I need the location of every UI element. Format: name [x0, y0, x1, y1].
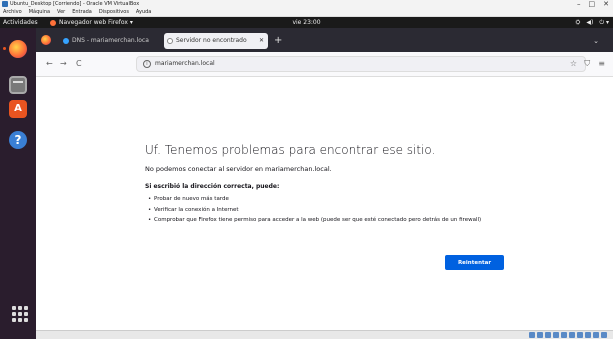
suggestion-list: Probar de nuevo más tarde Verificar la c… — [148, 196, 524, 228]
virtualbox-icon — [2, 1, 8, 7]
status-icon — [537, 332, 543, 338]
dock-firefox-icon[interactable] — [9, 40, 27, 58]
dock: A ? — [0, 28, 36, 339]
url-bar[interactable]: i mariamerchan.local ☆ — [136, 56, 586, 72]
status-icon — [561, 332, 567, 338]
tab-servidor-no-encontrado[interactable]: Servidor no encontrado ✕ — [164, 33, 268, 49]
tab-close-icon[interactable]: ✕ — [259, 33, 264, 49]
tab-label: Servidor no encontrado — [176, 37, 247, 44]
firefox-view-icon[interactable] — [41, 35, 51, 45]
retry-button[interactable]: Reintentar — [445, 255, 504, 270]
status-icon — [529, 332, 535, 338]
vbox-status-bar — [36, 330, 613, 339]
clock[interactable]: vie 23:00 — [0, 17, 613, 28]
volume-icon: ◀) — [586, 19, 594, 26]
menu-dispositivos[interactable]: Dispositivos — [99, 8, 129, 16]
tab-favicon — [167, 38, 173, 44]
vbox-window-title: Ubuntu_Desktop [Corriendo] - Oracle VM V… — [10, 1, 140, 7]
status-icon — [577, 332, 583, 338]
page-title: Uf. Tenemos problemas para encontrar ese… — [145, 143, 436, 157]
status-icons — [529, 332, 607, 338]
show-applications-icon[interactable] — [9, 304, 28, 322]
status-icon — [545, 332, 551, 338]
active-indicator — [3, 47, 6, 50]
menu-maquina[interactable]: Máquina — [29, 8, 50, 16]
tab-dns[interactable]: DNS - mariamerchan.loca — [60, 33, 160, 49]
power-icon: ⏻ ▾ — [599, 19, 609, 26]
pocket-icon[interactable]: ⛉ — [584, 57, 590, 71]
status-icon — [553, 332, 559, 338]
bookmark-star-icon[interactable]: ☆ — [570, 57, 577, 71]
status-icon — [585, 332, 591, 338]
hamburger-menu-icon[interactable]: ≡ — [598, 57, 605, 71]
site-info-icon[interactable]: i — [143, 60, 151, 68]
vbox-title-bar: Ubuntu_Desktop [Corriendo] - Oracle VM V… — [0, 0, 613, 8]
hint-heading: Si escribió la dirección correcta, puede… — [145, 183, 280, 190]
screen: Ubuntu_Desktop [Corriendo] - Oracle VM V… — [0, 0, 613, 339]
dock-files-icon[interactable] — [9, 76, 27, 94]
status-icon — [601, 332, 607, 338]
url-text[interactable]: mariamerchan.local — [155, 57, 215, 71]
back-button[interactable]: ← — [46, 57, 53, 71]
dock-help-icon[interactable]: ? — [9, 131, 27, 149]
tab-list-icon[interactable]: ⌄ — [593, 33, 599, 49]
toolbar-right: ⛉ ≡ — [584, 57, 605, 71]
system-tray[interactable]: ⛭ ◀) ⏻ ▾ — [576, 17, 609, 28]
tab-favicon — [63, 38, 69, 44]
vbox-window-controls: – □ ✕ — [577, 0, 609, 8]
list-item: Comprobar que Firefox tiene permiso para… — [148, 217, 524, 224]
error-page: Uf. Tenemos problemas para encontrar ese… — [36, 77, 613, 330]
menu-entrada[interactable]: Entrada — [72, 8, 92, 16]
nav-bar: ← → C i mariamerchan.local ☆ ⛉ ≡ — [36, 52, 613, 77]
network-icon: ⛭ — [575, 19, 581, 26]
reload-button[interactable]: C — [76, 57, 82, 71]
new-tab-button[interactable]: + — [274, 33, 282, 49]
list-item: Verificar la conexión a Internet — [148, 207, 524, 214]
dock-software-icon[interactable]: A — [9, 100, 27, 118]
tab-label: DNS - mariamerchan.loca — [72, 37, 149, 44]
status-icon — [569, 332, 575, 338]
menu-archivo[interactable]: Archivo — [3, 8, 22, 16]
list-item: Probar de nuevo más tarde — [148, 196, 524, 203]
menu-ayuda[interactable]: Ayuda — [136, 8, 151, 16]
status-icon — [593, 332, 599, 338]
minimize-icon[interactable]: – — [577, 0, 581, 8]
forward-button[interactable]: → — [60, 57, 67, 71]
error-description: No podemos conectar al servidor en maria… — [145, 165, 332, 173]
tab-strip: DNS - mariamerchan.loca Servidor no enco… — [36, 28, 613, 52]
gnome-top-bar: Actividades Navegador web Firefox ▾ vie … — [0, 17, 613, 28]
vbox-menu-bar: Archivo Máquina Ver Entrada Dispositivos… — [0, 8, 613, 17]
software-letter: A — [14, 103, 22, 114]
maximize-icon[interactable]: □ — [589, 0, 596, 8]
close-icon[interactable]: ✕ — [603, 0, 609, 8]
menu-ver[interactable]: Ver — [57, 8, 65, 16]
